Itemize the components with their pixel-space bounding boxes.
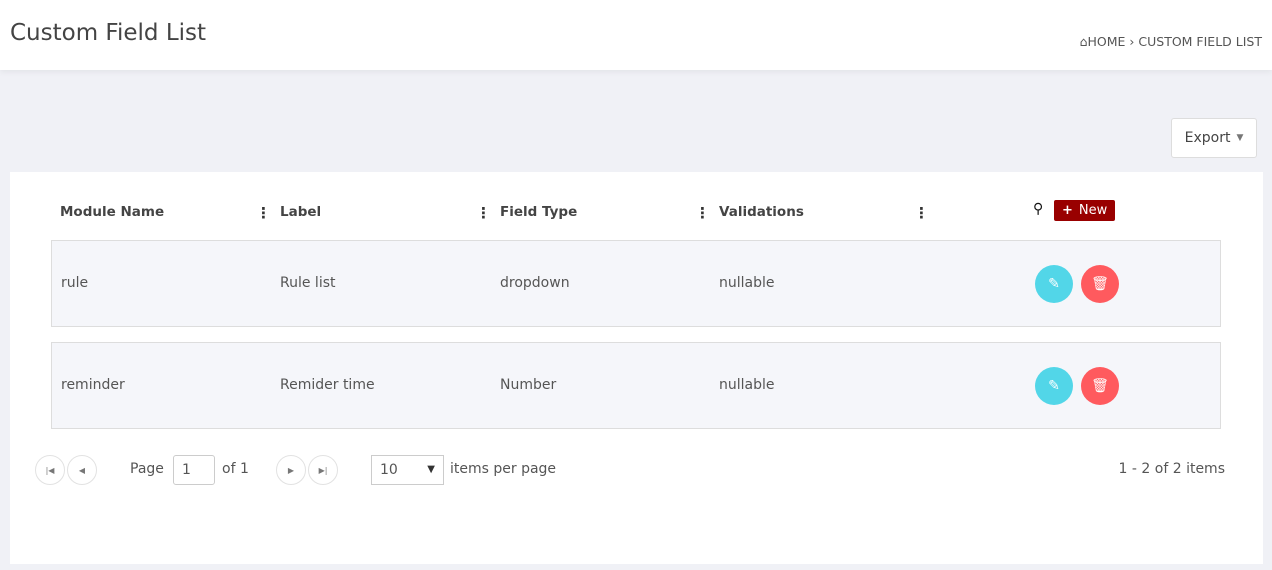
page-header: Custom Field List ⌂HOME › CUSTOM FIELD L… — [0, 0, 1272, 70]
next-page-button[interactable]: ▶ — [276, 455, 306, 485]
pencil-icon: ✎ — [1048, 276, 1060, 292]
first-page-icon: |◀ — [45, 465, 55, 475]
delete-button[interactable]: 🗑 — [1081, 367, 1119, 405]
column-header-validations[interactable]: Validations — [719, 204, 804, 220]
cell-module: reminder — [61, 377, 125, 393]
pencil-icon: ✎ — [1048, 378, 1060, 394]
caret-down-icon: ▼ — [1236, 133, 1244, 143]
column-menu-icon[interactable]: ⋮ — [256, 204, 271, 222]
table-row: reminder Remider time Number nullable ✎ … — [51, 342, 1221, 429]
cell-field-type: dropdown — [500, 275, 570, 291]
edit-button[interactable]: ✎ — [1035, 265, 1073, 303]
column-menu-icon[interactable]: ⋮ — [914, 204, 929, 222]
delete-button[interactable]: 🗑 — [1081, 265, 1119, 303]
page-label: Page — [130, 461, 164, 477]
cell-validations: nullable — [719, 275, 775, 291]
page-size-select[interactable]: 10 ▼ — [371, 455, 444, 485]
trash-icon: 🗑 — [1091, 276, 1109, 292]
first-page-button[interactable]: |◀ — [35, 455, 65, 485]
page-title: Custom Field List — [10, 20, 207, 46]
prev-page-icon: ◀ — [78, 465, 86, 475]
column-header-field-type[interactable]: Field Type — [500, 204, 577, 220]
cell-field-type: Number — [500, 377, 557, 393]
last-page-icon: ▶| — [318, 465, 328, 475]
search-icon[interactable]: ⚲ — [1033, 201, 1043, 217]
column-header-label[interactable]: Label — [280, 204, 321, 220]
cell-module: rule — [61, 275, 89, 291]
plus-icon: + — [1062, 203, 1073, 218]
caret-down-icon: ▼ — [427, 464, 435, 475]
cell-label: Rule list — [280, 275, 336, 291]
new-label: New — [1078, 203, 1108, 218]
per-page-label: items per page — [450, 461, 557, 477]
page-input[interactable] — [173, 455, 215, 485]
trash-icon: 🗑 — [1091, 378, 1109, 394]
custom-field-grid: Module Name ⋮ Label ⋮ Field Type ⋮ Valid… — [10, 172, 1263, 564]
new-button[interactable]: + New — [1054, 200, 1116, 221]
breadcrumb-separator: › — [1129, 34, 1135, 49]
home-icon: ⌂ — [1079, 34, 1088, 49]
export-label: Export — [1184, 130, 1231, 146]
pagination-summary: 1 - 2 of 2 items — [1118, 461, 1225, 477]
last-page-button[interactable]: ▶| — [308, 455, 338, 485]
prev-page-button[interactable]: ◀ — [67, 455, 97, 485]
next-page-icon: ▶ — [287, 465, 295, 475]
page-count: of 1 — [222, 461, 249, 477]
table-row: rule Rule list dropdown nullable ✎ 🗑 — [51, 240, 1221, 327]
column-menu-icon[interactable]: ⋮ — [695, 204, 710, 222]
column-header-module-name[interactable]: Module Name — [60, 204, 164, 220]
edit-button[interactable]: ✎ — [1035, 367, 1073, 405]
breadcrumb-home[interactable]: HOME — [1088, 34, 1126, 49]
column-menu-icon[interactable]: ⋮ — [476, 204, 491, 222]
cell-validations: nullable — [719, 377, 775, 393]
export-button[interactable]: Export ▼ — [1171, 118, 1257, 158]
breadcrumb: ⌂HOME › CUSTOM FIELD LIST — [1080, 34, 1262, 49]
cell-label: Remider time — [280, 377, 375, 393]
page-size-value: 10 — [380, 462, 398, 478]
breadcrumb-current: CUSTOM FIELD LIST — [1138, 34, 1262, 49]
